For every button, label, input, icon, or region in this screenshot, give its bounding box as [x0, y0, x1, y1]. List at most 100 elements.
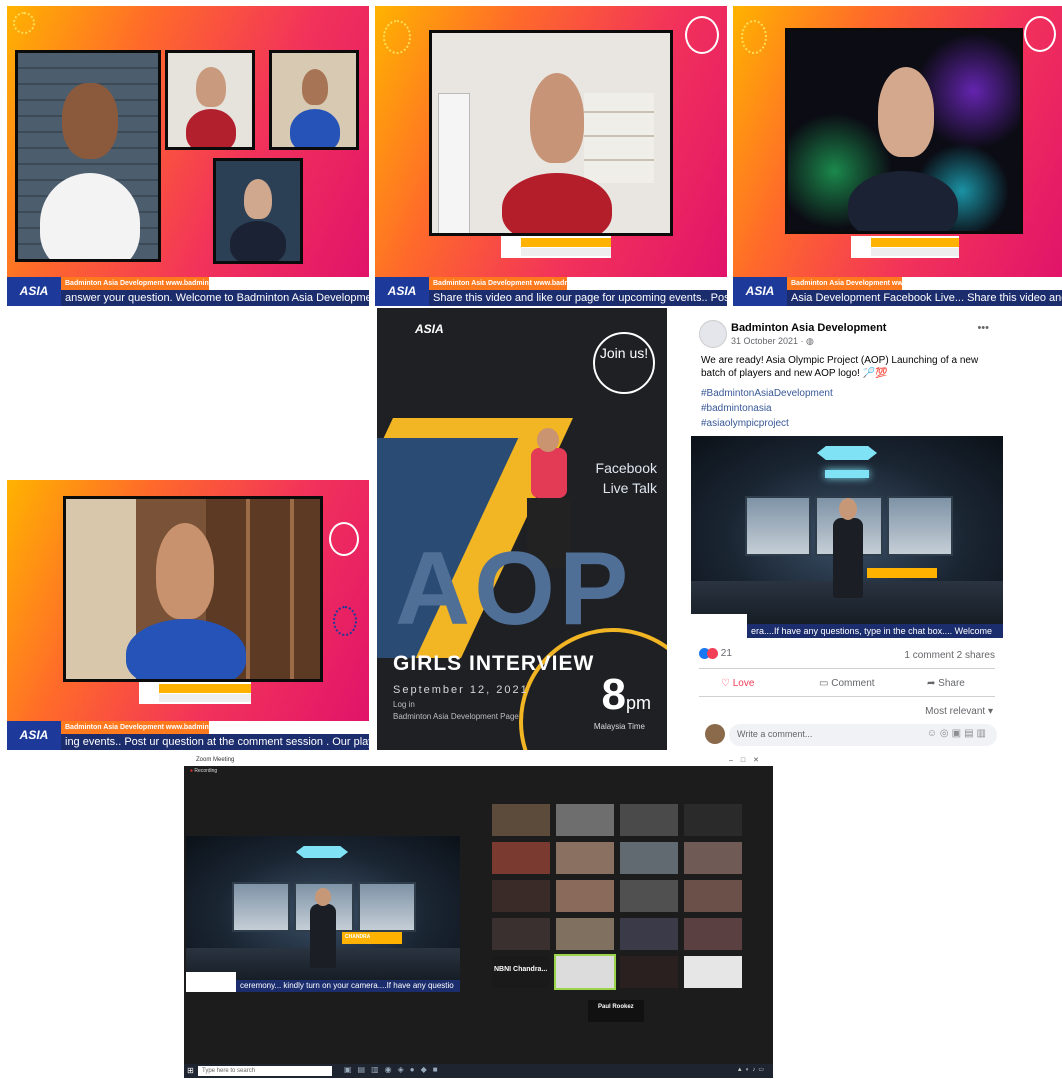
participant-tile[interactable] — [620, 956, 678, 988]
system-tray-icons[interactable]: ▲◐♪▭ — [737, 1066, 767, 1073]
poster-time-hour: 8 — [601, 670, 626, 719]
ceiling-light — [296, 846, 348, 858]
comment-button-label: Comment — [831, 678, 875, 689]
video-nameplate: CHANDRA — [342, 932, 402, 944]
participant-tile[interactable] — [492, 842, 550, 874]
participant-tile[interactable] — [620, 804, 678, 836]
window-controls-icon[interactable]: –□✕ — [729, 756, 767, 764]
divider — [699, 696, 995, 697]
participant-tile[interactable] — [620, 880, 678, 912]
name-plate-sub — [521, 248, 611, 256]
studio-window — [358, 882, 416, 932]
facebook-post: Badminton Asia Development 31 October 20… — [691, 310, 1003, 750]
taskbar-app-icons[interactable]: ▣▤▥◉◈●◆■ — [344, 1065, 444, 1074]
badminton-asia-logo: ASIA — [7, 277, 61, 306]
participant-tile[interactable] — [556, 918, 614, 950]
post-text-body: We are ready! Asia Olympic Project (AOP)… — [701, 355, 979, 379]
participant-tile[interactable] — [684, 956, 742, 988]
name-caption: Paul Rookez — [588, 1000, 644, 1022]
more-options-icon[interactable]: ••• — [977, 322, 989, 334]
share-button[interactable]: ➦ Share — [927, 678, 965, 689]
participant-tile[interactable] — [556, 842, 614, 874]
guest-1-head — [196, 67, 226, 107]
caption-name: Paul Rookez — [598, 1004, 634, 1010]
page-avatar[interactable] — [699, 320, 727, 348]
participant-tile[interactable] — [556, 804, 614, 836]
olympic-logo-icon — [383, 20, 411, 54]
love-reaction-icon — [707, 648, 718, 659]
record-icon: ● — [190, 768, 194, 774]
shelf — [584, 93, 654, 183]
stream-panel-4: ASIA Badminton Asia Development www.badm… — [7, 480, 369, 750]
guest-person — [502, 173, 612, 233]
hashtag-link[interactable]: #BadmintonAsiaDevelopment — [701, 388, 833, 399]
post-video[interactable]: era....If have any questions, type in th… — [691, 436, 1003, 638]
zoom-title: Zoom Meeting — [196, 757, 235, 763]
guest-2-person — [290, 109, 340, 147]
windows-start-icon[interactable]: ⊞ — [187, 1066, 194, 1075]
guest-video-main — [429, 30, 673, 236]
guest-video-main — [63, 496, 323, 682]
reaction-count: 21 — [720, 648, 732, 660]
ticker-scroll-text: Asia Development Facebook Live... Share … — [787, 290, 1062, 306]
comment-button[interactable]: ▭ Comment — [819, 678, 875, 689]
participant-tile[interactable] — [684, 842, 742, 874]
participant-tile[interactable] — [620, 842, 678, 874]
studio-window — [232, 882, 290, 932]
guest-video-1 — [165, 50, 255, 150]
host-video — [15, 50, 161, 262]
participant-tile[interactable] — [684, 804, 742, 836]
ceiling-light — [825, 470, 869, 478]
participant-tile[interactable] — [684, 880, 742, 912]
taskbar-search[interactable]: Type here to search — [198, 1066, 332, 1076]
participant-tile[interactable] — [492, 880, 550, 912]
participant-tile[interactable] — [556, 880, 614, 912]
sort-comments-dropdown[interactable]: Most relevant ▾ — [925, 706, 993, 717]
post-date[interactable]: 31 October 2021 · ◍ — [731, 336, 814, 347]
participant-tile[interactable] — [620, 918, 678, 950]
guest-1-person — [186, 109, 236, 147]
name-plate — [501, 236, 611, 258]
post-text: We are ready! Asia Olympic Project (AOP)… — [701, 354, 1001, 380]
globe-icon: ◍ — [806, 336, 814, 346]
guest-head — [530, 73, 584, 163]
comment-input[interactable]: Write a comment... ☺◎▣▤▥ — [729, 724, 997, 746]
love-button[interactable]: ♡ Love — [721, 678, 754, 689]
poster-title: GIRLS INTERVIEW — [393, 652, 595, 675]
participant-tile-active[interactable] — [554, 954, 616, 990]
recording-indicator[interactable]: ● Recording — [190, 768, 217, 774]
studio-window — [887, 496, 953, 556]
comments-shares-count[interactable]: 1 comment 2 shares — [904, 650, 995, 661]
speaker-name: NBNI Chandra... — [494, 966, 548, 973]
name-plate-bar — [159, 684, 251, 693]
guest-person — [848, 171, 958, 231]
stream-panel-1: ASIA Badminton Asia Development www.badm… — [7, 6, 369, 306]
zoom-titlebar: Zoom Meeting –□✕ — [184, 756, 773, 766]
page-name[interactable]: Badminton Asia Development — [731, 322, 886, 334]
post-date-text: 31 October 2021 · — [731, 336, 807, 346]
participant-tile-speaker[interactable]: NBNI Chandra... — [492, 956, 550, 988]
news-ticker: ASIA Badminton Asia Development www.badm… — [375, 277, 727, 306]
ceiling-light — [817, 446, 877, 460]
hashtag-link[interactable]: #badmintonasia — [701, 403, 772, 414]
ticker-scroll-text: answer your question. Welcome to Badmint… — [61, 290, 369, 306]
poster-page: Badminton Asia Development Page — [393, 712, 519, 721]
guest-head — [878, 67, 934, 157]
participant-tile[interactable] — [492, 804, 550, 836]
video-ticker-logo — [186, 972, 236, 992]
share-icon: ➦ — [927, 678, 936, 689]
poster-timezone: Malaysia Time — [593, 722, 645, 731]
badminton-asia-logo: ASIA — [733, 277, 787, 306]
host-head — [62, 83, 118, 159]
participant-tile[interactable] — [684, 918, 742, 950]
reactions-row[interactable]: 21 — [699, 648, 732, 659]
ticker-scroll-text: ing events.. Post ur question at the com… — [61, 734, 369, 750]
ticker-info: Badminton Asia Development www.badminton… — [429, 277, 567, 290]
door — [438, 93, 470, 233]
zoom-window: Zoom Meeting –□✕ ● Recording CHANDRA cer… — [184, 756, 773, 1078]
aop-logo-icon — [329, 522, 359, 556]
guest-person — [126, 619, 246, 679]
participant-tile[interactable] — [492, 918, 550, 950]
olympic-logo-icon — [741, 20, 767, 54]
hashtag-link[interactable]: #asiaolympicproject — [701, 418, 789, 429]
